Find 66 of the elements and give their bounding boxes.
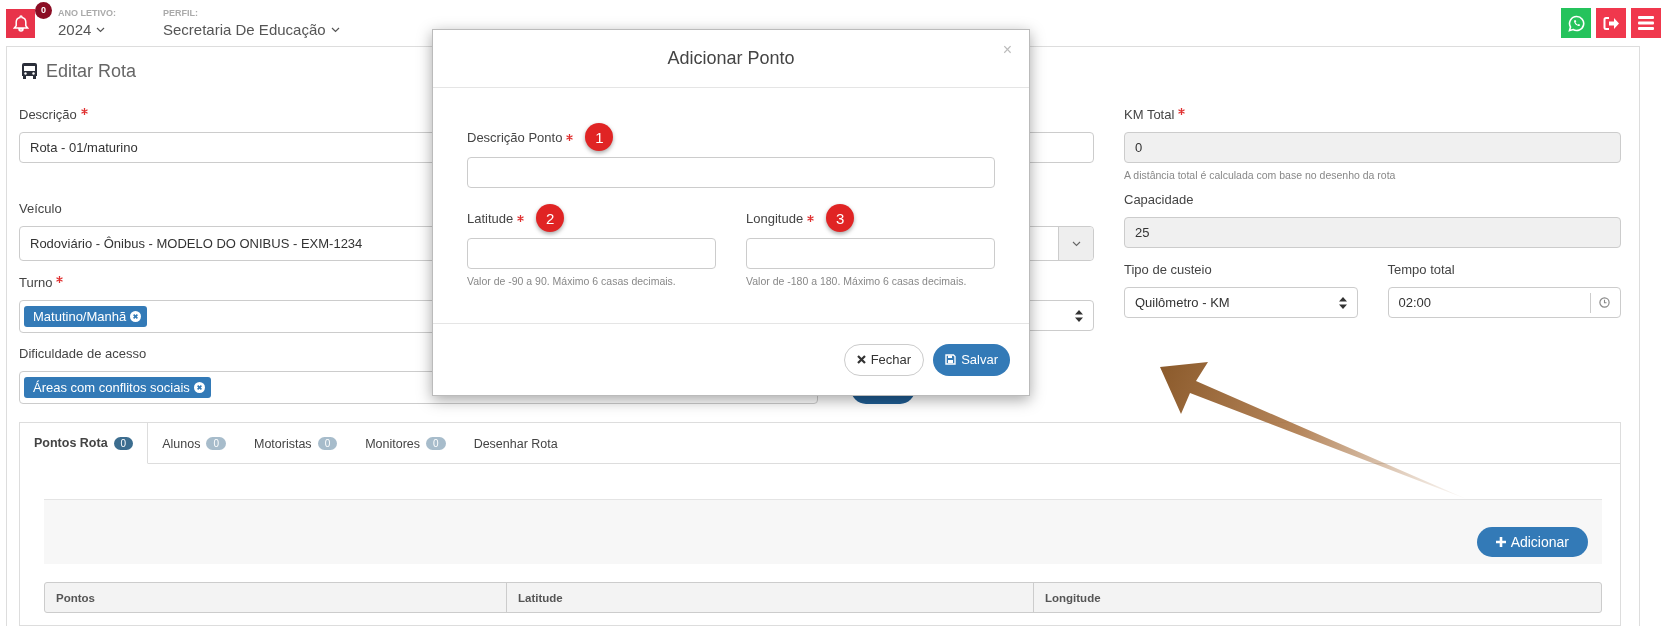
count-badge: 0 [317, 437, 338, 450]
field-label: Tempo total [1387, 262, 1455, 277]
column-header: Longitude [1033, 583, 1601, 612]
tag: Áreas com conflitos sociais [24, 377, 211, 398]
field-label: Longitude [746, 210, 804, 226]
count-badge: 0 [426, 437, 446, 450]
column-header: Pontos [55, 590, 96, 606]
input-field[interactable] [467, 238, 716, 269]
menu-button[interactable] [1631, 8, 1661, 38]
bell-icon [12, 14, 29, 32]
step-marker: 2 [536, 204, 565, 232]
field-label: Turno [19, 275, 53, 290]
step-marker: 1 [585, 123, 614, 151]
page-title: Editar Rota [46, 60, 137, 82]
chat-bubble-icon [1567, 14, 1585, 32]
field-label: Descrição Ponto [467, 129, 563, 145]
notification-badge: 0 [35, 1, 52, 19]
dialog-title: Adicionar Ponto [667, 48, 795, 69]
notification-button[interactable] [6, 8, 35, 38]
tab[interactable]: Monitores 0 [351, 423, 460, 464]
profile-dropdown[interactable]: Secretaria De Educação [163, 21, 340, 38]
step-marker: 3 [826, 204, 855, 232]
bus-icon [22, 62, 37, 80]
clock-icon [1599, 297, 1610, 308]
field-label: Tipo de custeio [1124, 262, 1212, 277]
field-label: Latitude [467, 210, 514, 226]
school-year-label: ANO LETIVO: [58, 8, 116, 18]
input-field[interactable] [467, 157, 995, 188]
column-header: Latitude [506, 583, 1033, 612]
help-text: Valor de -180 a 180. Máximo 6 casas decimais. [746, 275, 968, 287]
chevron-icon [330, 26, 340, 33]
chevron-icon [96, 26, 106, 33]
plus-icon [1495, 537, 1506, 547]
tab[interactable]: Pontos Rota 0 [20, 423, 149, 464]
capacity-field[interactable]: 25 [1124, 217, 1621, 248]
input-field[interactable] [746, 238, 995, 269]
menu-icon [1638, 16, 1654, 30]
tag: Matutino/Manhã [24, 306, 148, 327]
sort-icon [1075, 309, 1083, 322]
tab[interactable]: Alunos 0 [148, 423, 240, 464]
logout-button[interactable] [1596, 8, 1626, 38]
field-label: Capacidade [1124, 192, 1194, 207]
count-badge: 0 [206, 437, 226, 450]
field-label: Descrição [19, 107, 77, 122]
count-badge: 0 [113, 436, 134, 450]
profile-label: PERFIL: [163, 8, 199, 18]
help-text: Valor de -90 a 90. Máximo 6 casas decimais. [467, 275, 677, 287]
remove-icon[interactable] [130, 311, 142, 322]
save-button[interactable]: Salvar [933, 343, 1010, 376]
close-icon [856, 355, 866, 364]
sort-icon [1338, 296, 1347, 309]
whatsapp-button[interactable] [1561, 8, 1591, 38]
field-label: Veículo [19, 201, 62, 216]
sign-out-icon [1602, 15, 1620, 31]
add-button[interactable]: Adicionar [1476, 527, 1588, 557]
cost-type-select[interactable]: Quilômetro - KM [1124, 287, 1358, 318]
chevron-icon [1071, 240, 1081, 247]
help-text: A distância total é calculada com base no desenho da rota [1124, 169, 1397, 181]
km-total-field[interactable]: 0 [1124, 132, 1621, 163]
tab[interactable]: Desenhar Rota [459, 423, 572, 464]
total-time-field[interactable]: 02:00 [1387, 287, 1621, 318]
school-year-dropdown[interactable]: 2024 [58, 21, 116, 38]
field-label: Dificuldade de acesso [19, 346, 147, 361]
remove-icon[interactable] [193, 382, 205, 393]
tab[interactable]: Motoristas 0 [239, 423, 352, 464]
field-label: KM Total [1124, 107, 1175, 122]
